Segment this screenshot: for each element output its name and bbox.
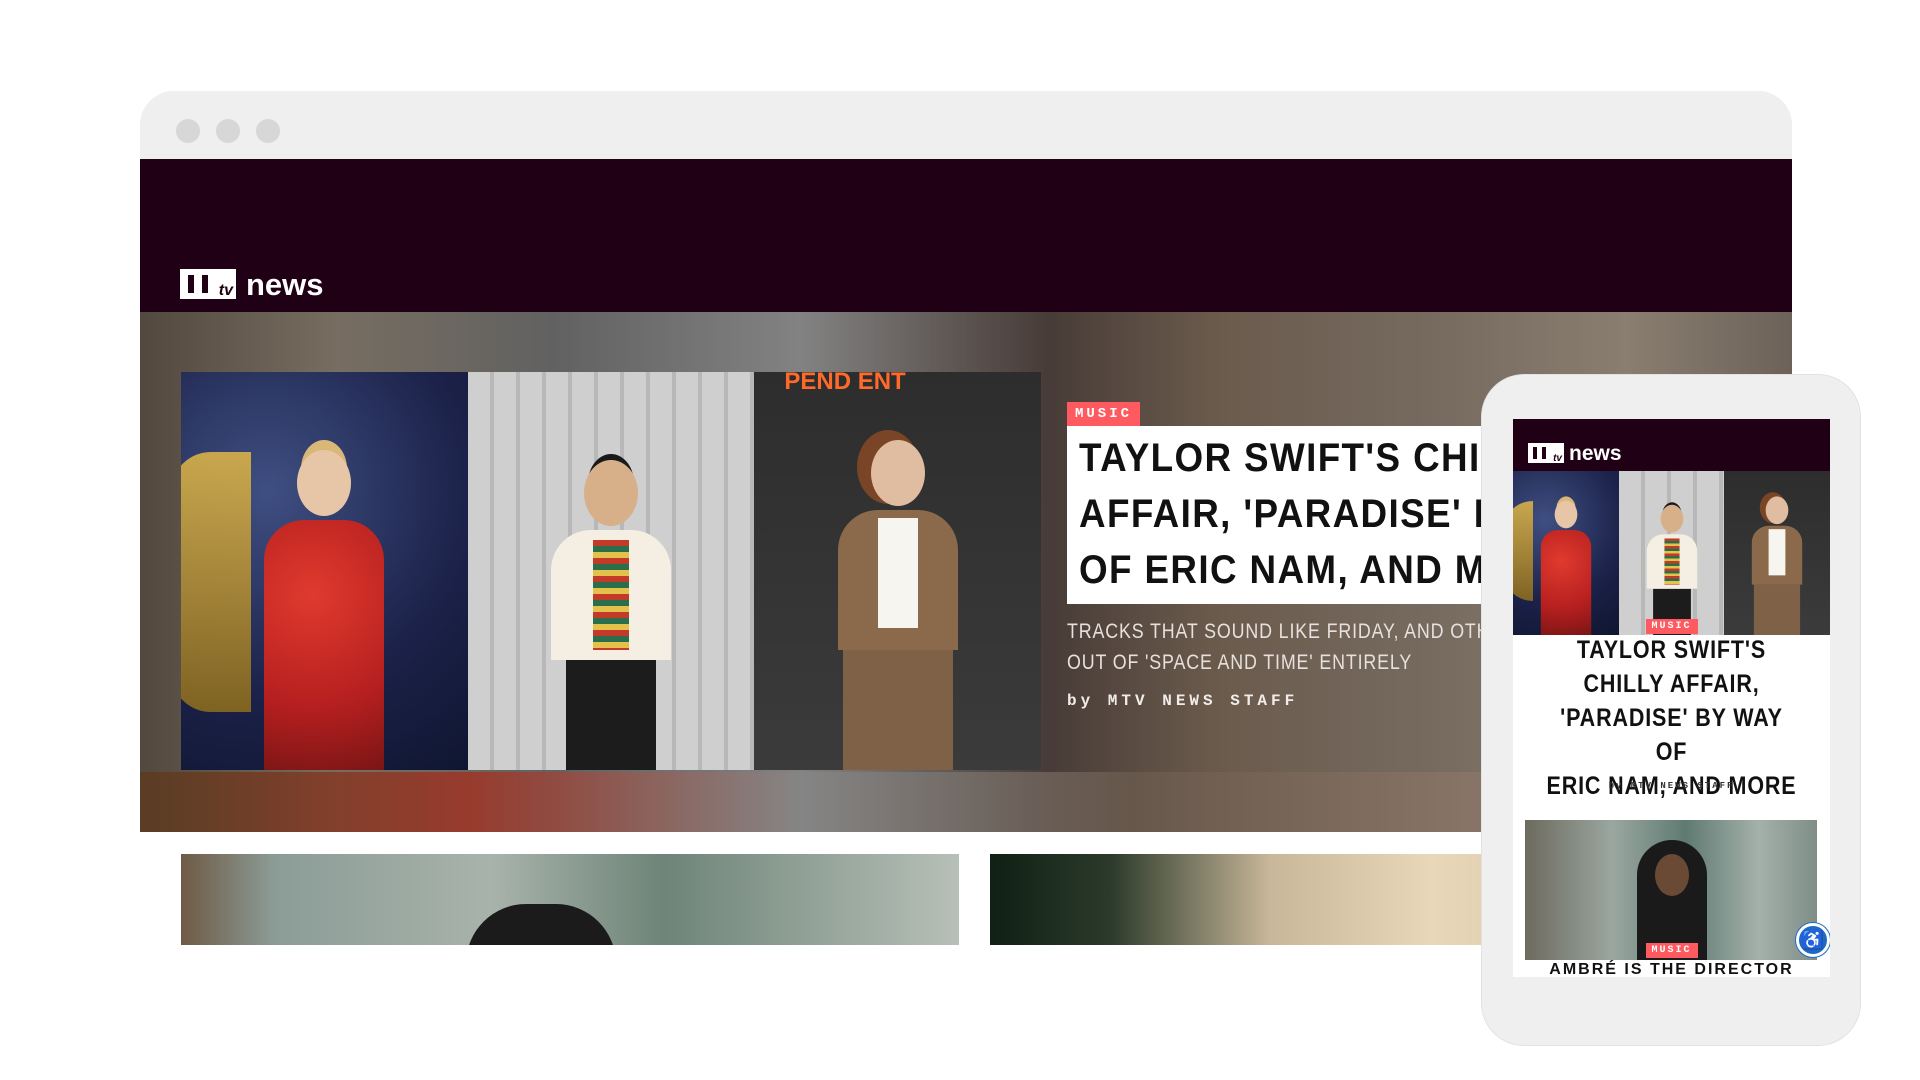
hero-image-panel-1: [181, 372, 468, 770]
mobile-headline-line-2: CHILLY AFFAIR,: [1583, 670, 1760, 698]
backdrop-text: PEND ENT: [784, 372, 906, 395]
mobile-headline-line-3: 'PARADISE' BY WAY OF: [1560, 704, 1783, 766]
browser-title-bar: [140, 91, 1792, 159]
mtv-logo-icon: [180, 269, 236, 300]
person-figure: [1540, 500, 1592, 635]
person-face: [1655, 854, 1689, 896]
category-tag[interactable]: MUSIC: [1067, 402, 1141, 426]
hero-image-panel-3: [1724, 471, 1830, 635]
mobile-byline[interactable]: by MTV NEWS STAFF: [1513, 781, 1830, 791]
mobile-category-tag[interactable]: MUSIC: [1645, 619, 1698, 634]
mtv-logo-icon: [1528, 443, 1564, 464]
hero-image-panel-2: [1618, 471, 1725, 635]
mobile-article-card-image[interactable]: [1525, 820, 1817, 960]
gold-letter-decoration: [181, 452, 251, 712]
article-card-image[interactable]: [181, 854, 959, 945]
gold-letter-decoration: [1513, 501, 1533, 601]
person-figure: [264, 450, 385, 770]
window-minimize-dot[interactable]: [216, 119, 240, 143]
person-figure: [837, 440, 958, 770]
mobile-headline-line-1: TAYLOR SWIFT'S: [1576, 636, 1767, 664]
person-figure: [1646, 504, 1697, 635]
mobile-device-mockup: news MUSIC TAYLOR SWIFT'S CHILLY AFFAIR,…: [1482, 375, 1860, 1045]
window-close-dot[interactable]: [176, 119, 200, 143]
site-header: news: [140, 159, 1792, 312]
person-figure: [466, 904, 616, 945]
window-maximize-dot[interactable]: [256, 119, 280, 143]
person-figure: [1751, 496, 1803, 635]
hero-image-panel-3: PEND ENT: [754, 372, 1041, 770]
mobile-viewport: news MUSIC TAYLOR SWIFT'S CHILLY AFFAIR,…: [1513, 419, 1830, 977]
hero-image-panel-1: [1513, 471, 1619, 635]
mobile-site-header: news: [1513, 419, 1830, 471]
person-figure: [551, 460, 671, 770]
logo-text: news: [246, 267, 324, 302]
accessibility-icon[interactable]: ♿: [1796, 923, 1830, 957]
site-logo[interactable]: news: [180, 267, 324, 302]
hero-image-panel-2: [467, 372, 755, 770]
mobile-logo-text: news: [1569, 442, 1622, 465]
mobile-card-tag[interactable]: MUSIC: [1645, 943, 1698, 958]
mobile-card-title[interactable]: AMBRÉ IS THE DIRECTOR: [1513, 960, 1830, 977]
hero-image[interactable]: PEND ENT: [181, 372, 1041, 770]
mobile-headline[interactable]: TAYLOR SWIFT'S CHILLY AFFAIR, 'PARADISE'…: [1544, 633, 1799, 803]
mobile-site-logo[interactable]: news: [1528, 442, 1622, 465]
mobile-hero-image[interactable]: [1513, 471, 1830, 635]
